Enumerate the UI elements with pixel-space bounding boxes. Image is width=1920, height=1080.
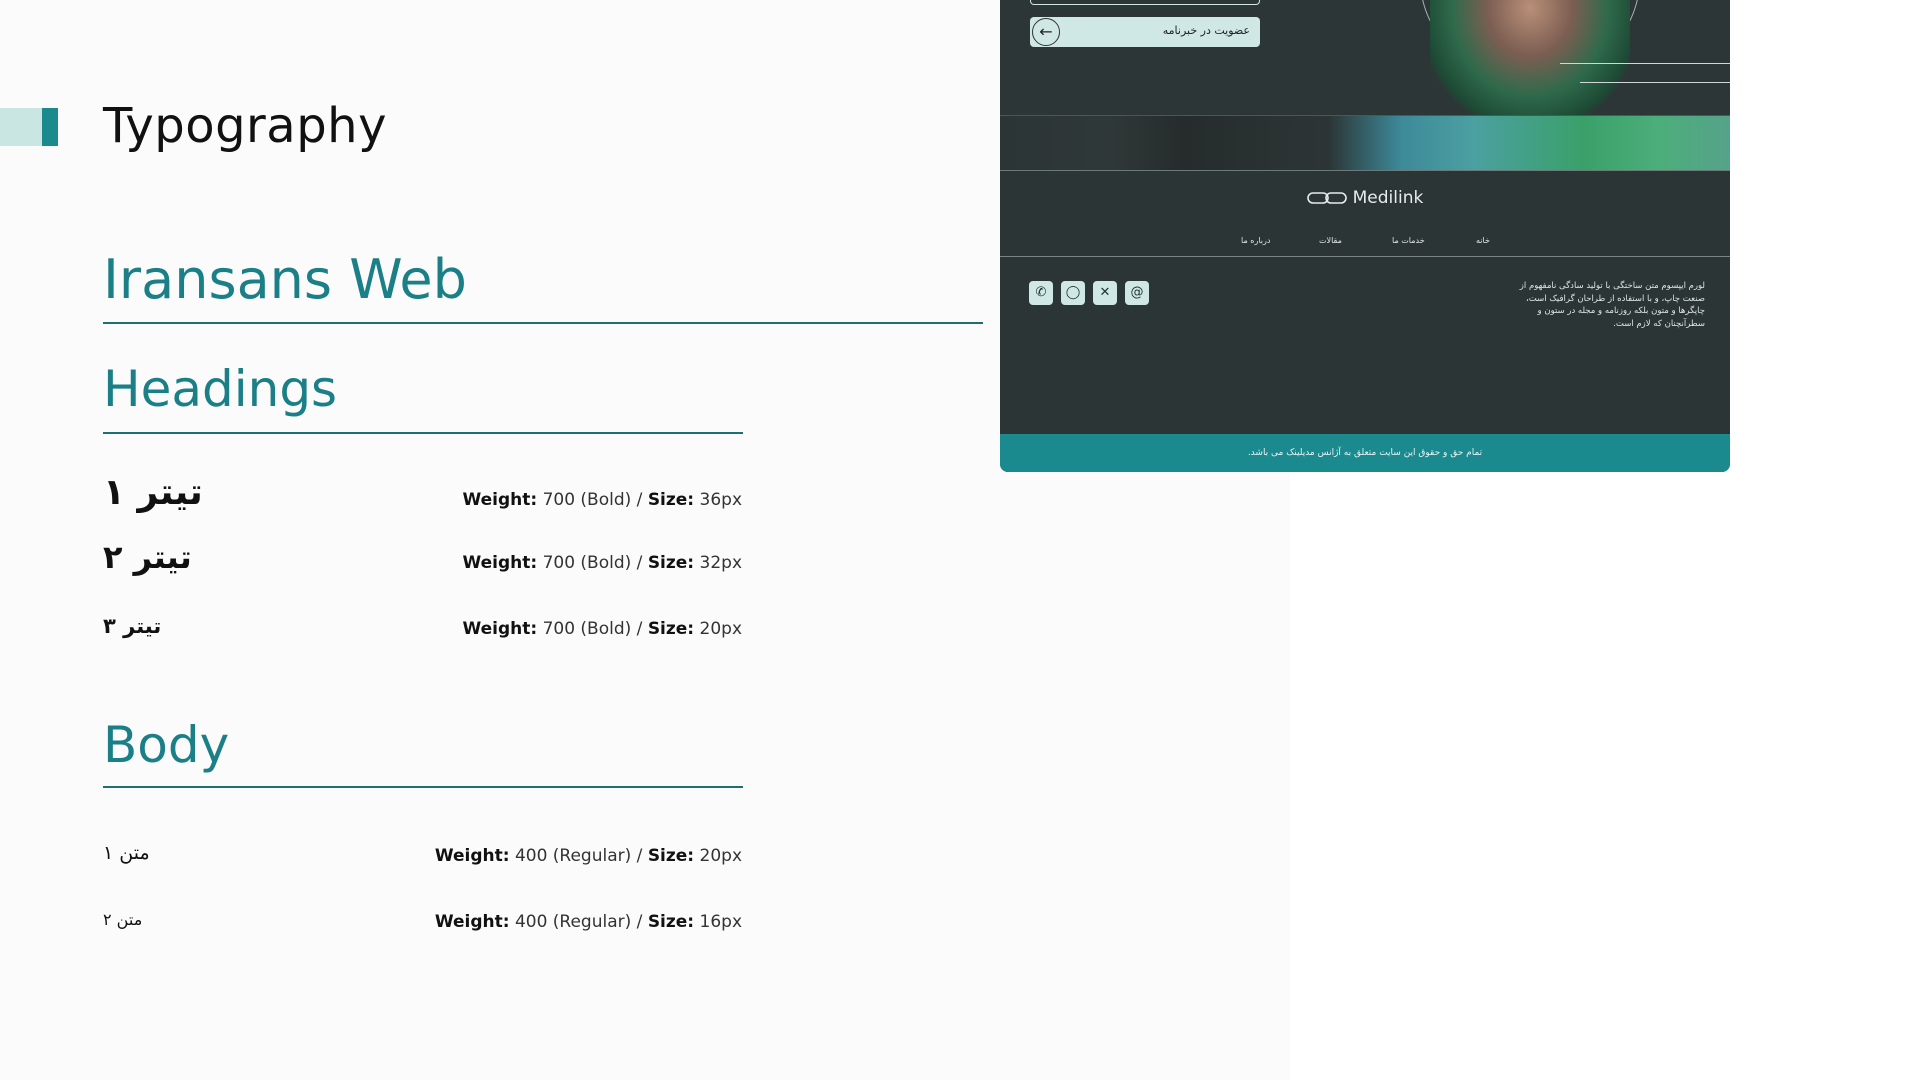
size-label: Size:	[647, 912, 695, 932]
weight-label: Weight:	[462, 490, 538, 510]
hero-decorative-line	[1580, 82, 1730, 83]
weight-value: 400 (Regular)	[514, 912, 632, 932]
font-name-divider	[103, 322, 983, 324]
copyright-bar: تمام حق و حقوق این سایت متعلق به آژانس م…	[1000, 434, 1730, 472]
body-section-title: Body	[103, 716, 230, 774]
headings-divider	[103, 432, 743, 434]
newsletter-input-edge	[1030, 0, 1260, 5]
separator: /	[636, 912, 643, 932]
heading-2-spec: Weight: 700 (Bold) / Size: 32px	[462, 553, 742, 573]
separator: /	[636, 846, 643, 866]
hero-section: ← عضویت در خبرنامه	[1000, 0, 1730, 120]
heading-1-spec: Weight: 700 (Bold) / Size: 36px	[462, 490, 742, 510]
footer-divider	[1000, 256, 1730, 257]
heading-2-sample: تیتر ۲	[103, 538, 192, 576]
instagram-icon[interactable]: ◯	[1061, 281, 1085, 305]
body-2-spec: Weight: 400 (Regular) / Size: 16px	[435, 912, 742, 932]
weight-label: Weight:	[462, 619, 538, 639]
weight-value: 700 (Bold)	[542, 619, 632, 639]
separator: /	[636, 490, 643, 510]
footer-preview-mockup: ← عضویت در خبرنامه Medilink خانه خدمات م…	[1000, 0, 1730, 472]
weight-value: 700 (Bold)	[542, 490, 632, 510]
separator: /	[636, 619, 643, 639]
heading-3-sample: تیتر ۳	[103, 614, 162, 638]
size-value: 20px	[699, 619, 742, 639]
weight-label: Weight:	[462, 553, 538, 573]
gradient-image-band	[1000, 115, 1730, 171]
body-1-sample: متن ۱	[103, 842, 150, 864]
link-logo-icon	[1306, 192, 1347, 204]
size-label: Size:	[647, 619, 695, 639]
size-value: 36px	[699, 490, 742, 510]
body-2-sample: متن ۲	[103, 910, 143, 929]
heading-3-spec: Weight: 700 (Bold) / Size: 20px	[462, 619, 742, 639]
nav-item-home[interactable]: خانه	[1476, 236, 1490, 245]
whatsapp-icon[interactable]: ✆	[1029, 281, 1053, 305]
heading-1-sample: تیتر ۱	[103, 472, 203, 513]
footer-logo[interactable]: Medilink	[1000, 188, 1730, 208]
size-value: 32px	[699, 553, 742, 573]
footer-description: لورم ایپسوم متن ساختگی با تولید سادگی نا…	[1519, 281, 1705, 329]
weight-value: 400 (Regular)	[514, 846, 632, 866]
weight-label: Weight:	[434, 846, 510, 866]
body-1-spec: Weight: 400 (Regular) / Size: 20px	[435, 846, 742, 866]
hero-portrait-image	[1430, 0, 1630, 120]
newsletter-subscribe-button[interactable]: ← عضویت در خبرنامه	[1030, 17, 1260, 47]
logo-text: Medilink	[1352, 188, 1424, 208]
nav-item-articles[interactable]: مقالات	[1319, 236, 1342, 245]
accent-block-light	[0, 108, 42, 146]
page-title: Typography	[103, 98, 387, 154]
arrow-left-icon: ←	[1032, 18, 1060, 46]
nav-item-services[interactable]: خدمات ما	[1392, 236, 1425, 245]
nav-item-about[interactable]: درباره ما	[1241, 236, 1270, 245]
size-label: Size:	[647, 846, 695, 866]
body-divider	[103, 786, 743, 788]
weight-value: 700 (Bold)	[542, 553, 632, 573]
font-family-name: Iransans Web	[103, 248, 467, 311]
weight-label: Weight:	[434, 912, 510, 932]
accent-block-dark	[42, 108, 58, 146]
size-label: Size:	[647, 553, 695, 573]
size-value: 20px	[699, 846, 742, 866]
headings-section-title: Headings	[103, 360, 338, 418]
newsletter-label: عضویت در خبرنامه	[1162, 24, 1250, 37]
at-icon[interactable]: @	[1125, 281, 1149, 305]
size-value: 16px	[699, 912, 742, 932]
separator: /	[636, 553, 643, 573]
size-label: Size:	[647, 490, 695, 510]
hero-decorative-line	[1560, 63, 1730, 64]
x-icon[interactable]: ✕	[1093, 281, 1117, 305]
